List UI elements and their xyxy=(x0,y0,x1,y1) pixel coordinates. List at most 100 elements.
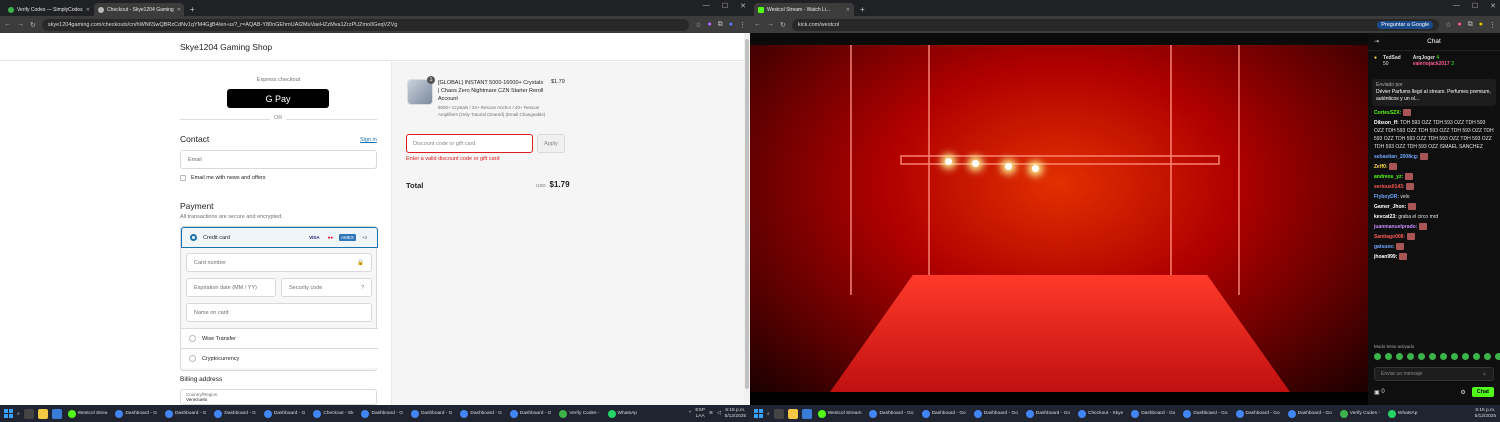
close-tab-icon[interactable]: ✕ xyxy=(86,7,90,13)
forward-icon[interactable]: → xyxy=(17,21,24,28)
emote-icon[interactable] xyxy=(1440,353,1447,360)
taskbar-app[interactable]: Checkout - Skye xyxy=(1076,407,1125,420)
taskbar-app[interactable]: Dashboard - G xyxy=(359,407,404,420)
google-pay-button[interactable]: G Pay xyxy=(227,89,329,108)
emote-icon[interactable] xyxy=(1374,353,1381,360)
taskbar-app[interactable]: Dashboard - G xyxy=(262,407,307,420)
emote-icon[interactable] xyxy=(1396,353,1403,360)
tab-checkout[interactable]: Checkout - Skye1204 Gaming ✕ xyxy=(94,3,184,16)
taskbar-app[interactable]: Dashboard - Go xyxy=(1024,407,1072,420)
ask-google-button[interactable]: Preguntar a Google xyxy=(1377,20,1434,29)
chat-username[interactable]: serious0143: xyxy=(1374,184,1405,190)
extension-icon[interactable]: ● xyxy=(708,21,712,28)
bookmark-star-icon[interactable]: ☆ xyxy=(1445,21,1451,29)
close-tab-icon[interactable]: ✕ xyxy=(177,7,181,13)
emoji-icon[interactable]: ☺ xyxy=(1482,371,1487,377)
emote-icon[interactable] xyxy=(1495,353,1500,360)
url-field[interactable]: skye1204gaming.com/checkouts/cn/hWN6SwQB… xyxy=(41,18,690,31)
taskbar-app[interactable]: Dashboard - Go xyxy=(1181,407,1229,420)
chevron-up-icon[interactable]: ^ xyxy=(689,411,691,417)
taskbar-app[interactable]: Dashboard - G xyxy=(113,407,158,420)
close-window-icon[interactable]: ✕ xyxy=(1490,2,1496,10)
minimize-icon[interactable]: — xyxy=(703,2,710,10)
chat-username[interactable]: CortesSZX: xyxy=(1374,110,1401,116)
cryptocurrency-option[interactable]: Cryptocurrency xyxy=(181,348,378,368)
checkbox-icon[interactable] xyxy=(180,175,186,181)
menu-kebab-icon[interactable]: ⋮ xyxy=(1489,21,1496,29)
credit-card-option[interactable]: Credit card VISA ●● AMEX +3 xyxy=(181,227,378,248)
file-explorer-icon[interactable] xyxy=(787,408,798,419)
url-field[interactable]: kick.com/westcol Preguntar a Google xyxy=(791,18,1440,31)
taskbar-app[interactable]: WhatsAp xyxy=(606,407,639,420)
taskbar-app[interactable]: Dashboard - G xyxy=(212,407,257,420)
taskbar-app[interactable]: Westcol Strea xyxy=(66,407,110,420)
card-number-field[interactable]: Card number 🔒 xyxy=(186,253,372,272)
stream-video-player[interactable] xyxy=(750,45,1368,392)
close-tab-icon[interactable]: ✕ xyxy=(846,7,850,13)
emote-icon[interactable] xyxy=(1385,353,1392,360)
country-select[interactable]: Country/Region Venezuela xyxy=(180,389,377,405)
security-code-field[interactable]: Security code ? xyxy=(281,278,372,297)
clock[interactable]: 6:15 p.m. 5/12/2025 xyxy=(1475,408,1496,420)
search-icon[interactable]: ⌕ xyxy=(17,411,20,417)
taskbar-app[interactable]: Dashboard - Go xyxy=(1129,407,1177,420)
settings-gear-icon[interactable]: ⚙ xyxy=(1460,389,1465,396)
clock[interactable]: 6:15 p.m. 5/12/2025 xyxy=(725,408,746,420)
emote-icon[interactable] xyxy=(1473,353,1480,360)
taskbar-app[interactable]: Verify Codes - xyxy=(557,407,601,420)
taskbar-app[interactable]: Dashboard - Go xyxy=(867,407,915,420)
task-view-icon[interactable] xyxy=(23,408,34,419)
taskbar-app[interactable]: Westcol Stream xyxy=(816,407,864,420)
chat-username[interactable]: juanmanuelprado: xyxy=(1374,224,1417,230)
reload-icon[interactable]: ↻ xyxy=(30,21,36,29)
shop-name[interactable]: Skye1204 Gaming Shop xyxy=(180,42,272,52)
forward-icon[interactable]: → xyxy=(767,21,774,28)
taskbar-app[interactable]: WhatsAp xyxy=(1386,407,1419,420)
chat-username[interactable]: Zeff0: xyxy=(1374,164,1388,170)
reload-icon[interactable]: ↻ xyxy=(780,21,786,29)
pinned-message[interactable]: Enviado por Dévier Parfums llegó al stre… xyxy=(1372,79,1496,106)
emote-icon[interactable] xyxy=(1451,353,1458,360)
taskbar-app[interactable]: Dashboard - G xyxy=(458,407,503,420)
file-explorer-icon[interactable] xyxy=(37,408,48,419)
taskbar-app[interactable]: Dashboard - Go xyxy=(1234,407,1282,420)
scrollbar-thumb[interactable] xyxy=(745,39,749,389)
apply-button[interactable]: Apply xyxy=(537,134,565,153)
chat-input[interactable]: Enviar un mensaje ☺ xyxy=(1374,367,1494,381)
emote-icon[interactable] xyxy=(1407,353,1414,360)
extensions-puzzle-icon[interactable]: ⧉ xyxy=(1468,21,1473,29)
taskbar-app[interactable]: Dashboard - Go xyxy=(1286,407,1334,420)
help-icon[interactable]: ? xyxy=(361,285,364,291)
leader-name[interactable]: valeriojack2017 xyxy=(1413,61,1450,67)
chat-username[interactable]: kevcat23: xyxy=(1374,214,1397,220)
newsletter-checkbox[interactable]: Email me with news and offers xyxy=(180,175,266,181)
chat-username[interactable]: FlyboyDR: xyxy=(1374,194,1399,200)
back-icon[interactable]: ← xyxy=(754,21,761,28)
chat-username[interactable]: jhoan999: xyxy=(1374,254,1397,260)
language-indicator[interactable]: ESP LAA xyxy=(695,408,705,420)
radio-selected-icon[interactable] xyxy=(190,234,197,241)
maximize-icon[interactable]: ☐ xyxy=(722,2,728,10)
new-tab-icon[interactable]: + xyxy=(854,3,871,16)
chat-username[interactable]: Dibson_ff: xyxy=(1374,120,1399,126)
send-chat-button[interactable]: Chat xyxy=(1471,387,1494,397)
taskbar-app[interactable]: Dashboard - G xyxy=(508,407,553,420)
taskbar-app[interactable]: Verify Codes - xyxy=(1338,407,1382,420)
chat-username[interactable]: gatsuee: xyxy=(1374,244,1395,250)
new-tab-icon[interactable]: + xyxy=(184,3,201,16)
bookmark-star-icon[interactable]: ☆ xyxy=(695,21,701,29)
search-icon[interactable]: ⌕ xyxy=(767,411,770,417)
extension-icon[interactable]: ● xyxy=(1458,21,1462,28)
sign-in-link[interactable]: Sign in xyxy=(360,137,377,143)
store-icon[interactable] xyxy=(51,408,62,419)
emote-icon[interactable] xyxy=(1462,353,1469,360)
expiration-field[interactable]: Expiration date (MM / YY) xyxy=(186,278,276,297)
taskbar-app[interactable]: Checkout - Sk xyxy=(311,407,355,420)
chat-username[interactable]: sebastian_2008cg: xyxy=(1374,154,1418,160)
menu-kebab-icon[interactable]: ⋮ xyxy=(739,21,746,29)
emote-icon[interactable] xyxy=(1418,353,1425,360)
speaker-icon[interactable]: ◁ xyxy=(717,411,721,417)
collapse-chat-icon[interactable]: ⇥ xyxy=(1374,38,1379,45)
taskbar-app[interactable]: Dashboard - Go xyxy=(920,407,968,420)
tab-kick-stream[interactable]: Westcol Stream - Watch Li... ✕ xyxy=(754,3,854,16)
